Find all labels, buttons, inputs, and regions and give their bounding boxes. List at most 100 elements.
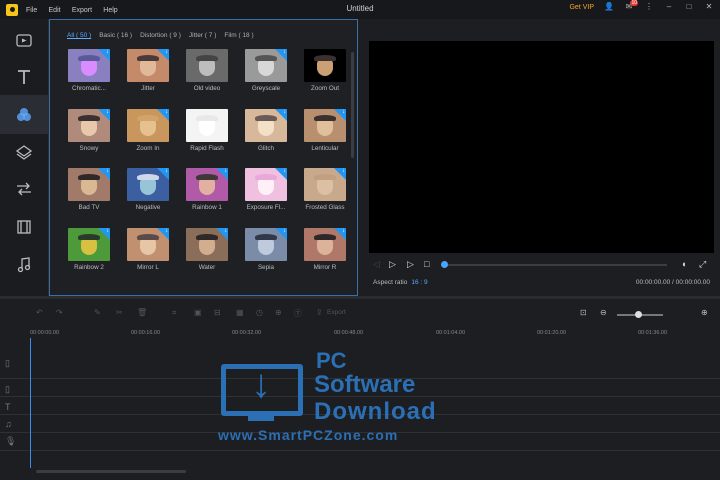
- zoom-in-icon[interactable]: ⊕: [701, 308, 708, 317]
- pen-icon[interactable]: ✎: [94, 308, 101, 317]
- crop-icon[interactable]: ⌗: [172, 308, 177, 318]
- next-frame-icon[interactable]: ▷: [407, 259, 414, 270]
- filter-item[interactable]: Greyscale: [242, 49, 290, 96]
- player-controls: ◁ ▷ ▷ □ ◖ ⤢ Aspect ratio 16 : 9 00:00:00.…: [369, 256, 714, 292]
- undo-icon[interactable]: ↶: [36, 308, 43, 317]
- close-icon[interactable]: ✕: [704, 2, 714, 12]
- download-icon[interactable]: [98, 108, 110, 121]
- prev-frame-icon[interactable]: ◁: [373, 259, 380, 270]
- menu-help[interactable]: Help: [103, 7, 117, 14]
- download-icon[interactable]: [334, 168, 346, 180]
- more-icon[interactable]: ⋮: [644, 2, 654, 12]
- filter-item[interactable]: Rainbow 1: [183, 168, 231, 215]
- filter-item[interactable]: Mirror R: [301, 227, 349, 275]
- download-icon[interactable]: [98, 227, 110, 240]
- get-vip-button[interactable]: Get VIP: [569, 4, 594, 11]
- filter-item[interactable]: Zoom Out: [301, 49, 349, 96]
- filter-item[interactable]: Jitter: [124, 49, 172, 96]
- download-icon[interactable]: [334, 227, 346, 240]
- text-to-speech-icon[interactable]: Ⓣ: [294, 308, 302, 319]
- timeline-ruler[interactable]: 00:00:00.00 00:00:16.00 00:00:32.00 00:0…: [30, 328, 720, 342]
- split-icon[interactable]: ⊟: [214, 308, 221, 317]
- download-icon[interactable]: [216, 227, 228, 240]
- filter-item[interactable]: Zoom In: [124, 108, 172, 156]
- seek-bar[interactable]: [441, 261, 667, 268]
- panel-divider[interactable]: [0, 296, 720, 299]
- sidebar-item-transitions[interactable]: [0, 171, 48, 207]
- sidebar-item-media[interactable]: [0, 23, 48, 59]
- menu-edit[interactable]: Edit: [49, 7, 61, 14]
- timeline-scrollbar[interactable]: [36, 470, 186, 473]
- download-icon[interactable]: [157, 168, 169, 180]
- filter-item[interactable]: Lenticular: [301, 108, 349, 156]
- tab-all[interactable]: All ( 50 ): [67, 32, 91, 39]
- filter-item[interactable]: Old video: [183, 49, 231, 96]
- export-icon[interactable]: ⇪: [316, 308, 323, 317]
- download-icon[interactable]: [157, 227, 169, 240]
- download-icon[interactable]: [275, 168, 287, 180]
- tab-basic[interactable]: Basic ( 16 ): [99, 32, 132, 39]
- delete-icon[interactable]: 🗑: [137, 308, 147, 317]
- filter-scrollbar[interactable]: [351, 52, 354, 158]
- filter-item[interactable]: Frosted Glass: [301, 168, 349, 215]
- filter-thumbnail: [68, 227, 110, 261]
- duration-icon[interactable]: ◷: [256, 308, 263, 317]
- freeze-icon[interactable]: ▣: [194, 308, 202, 317]
- filter-item[interactable]: Bad TV: [65, 168, 113, 215]
- menu-file[interactable]: File: [26, 7, 37, 14]
- filter-item[interactable]: Sepia: [242, 227, 290, 275]
- filter-item[interactable]: Snowy: [65, 108, 113, 156]
- download-icon[interactable]: [157, 49, 169, 61]
- seek-handle[interactable]: [441, 261, 448, 268]
- filter-item[interactable]: Water: [183, 227, 231, 275]
- download-icon[interactable]: [275, 227, 287, 240]
- speed-icon[interactable]: ⊕: [275, 308, 282, 317]
- fit-icon[interactable]: ⊡: [580, 308, 587, 317]
- tab-jitter[interactable]: Jitter ( 7 ): [189, 32, 216, 39]
- zoom-handle[interactable]: [635, 311, 642, 318]
- notification-icon[interactable]: ✉ 10: [624, 0, 638, 12]
- stop-icon[interactable]: □: [424, 259, 429, 269]
- filter-item[interactable]: Chromatic...: [65, 49, 113, 96]
- filter-item[interactable]: Mirror L: [124, 227, 172, 275]
- menu-export[interactable]: Export: [72, 7, 92, 14]
- sidebar-item-filters[interactable]: [0, 95, 48, 134]
- text-track-icon: T: [5, 402, 11, 412]
- download-icon[interactable]: [157, 108, 169, 121]
- account-icon[interactable]: 👤: [604, 2, 614, 12]
- redo-icon[interactable]: ↷: [56, 308, 63, 317]
- download-icon[interactable]: [98, 49, 110, 61]
- sidebar-item-text[interactable]: [0, 59, 48, 95]
- filter-label: Snowy: [79, 144, 99, 152]
- aspect-ratio-value[interactable]: 16 : 9: [411, 279, 427, 286]
- download-icon[interactable]: [98, 168, 110, 180]
- minimize-icon[interactable]: –: [664, 2, 674, 12]
- sidebar-item-elements[interactable]: [0, 209, 48, 245]
- filter-item[interactable]: Rapid Flash: [183, 108, 231, 156]
- filter-label: Rainbow 2: [74, 263, 104, 271]
- download-icon[interactable]: [216, 168, 228, 180]
- filter-item[interactable]: Negative: [124, 168, 172, 215]
- filter-item[interactable]: Rainbow 2: [65, 227, 113, 275]
- mosaic-icon[interactable]: ▦: [236, 308, 244, 317]
- zoom-out-icon[interactable]: ⊖: [600, 308, 607, 317]
- tab-distortion[interactable]: Distortion ( 9 ): [140, 32, 181, 39]
- download-icon[interactable]: [275, 108, 287, 121]
- playhead[interactable]: [30, 338, 31, 468]
- play-icon[interactable]: ▷: [389, 259, 396, 270]
- download-icon[interactable]: [334, 108, 346, 121]
- tab-film[interactable]: Film ( 18 ): [224, 32, 253, 39]
- export-button[interactable]: Export: [327, 309, 346, 316]
- maximize-icon[interactable]: □: [684, 2, 694, 12]
- sidebar-item-overlays[interactable]: [0, 135, 48, 171]
- filter-item[interactable]: Glitch: [242, 108, 290, 156]
- filter-item[interactable]: Exposure Fl...: [242, 168, 290, 215]
- thumbnail-hat: [78, 233, 100, 240]
- thumbnail-hat: [137, 174, 159, 180]
- zoom-slider[interactable]: [617, 311, 663, 318]
- cut-icon[interactable]: ✂: [116, 308, 123, 317]
- volume-icon[interactable]: ◖: [681, 259, 686, 269]
- download-icon[interactable]: [275, 49, 287, 61]
- fullscreen-icon[interactable]: ⤢: [699, 259, 706, 270]
- sidebar-item-music[interactable]: [0, 247, 48, 283]
